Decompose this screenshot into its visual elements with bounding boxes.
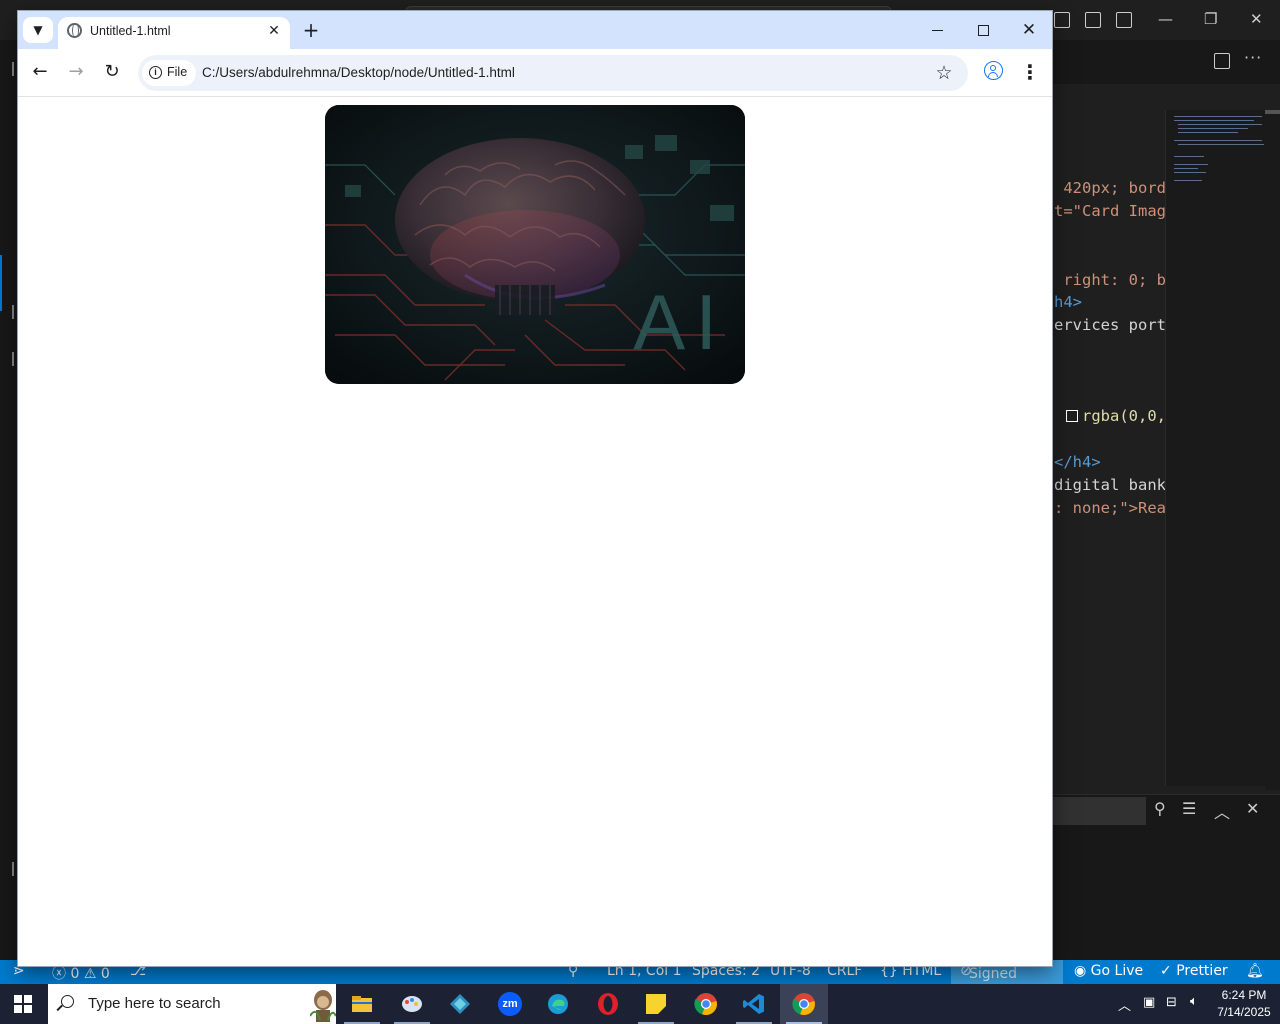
search-icon: [61, 995, 74, 1008]
vscode-scrollbar[interactable]: [1265, 110, 1280, 790]
color-swatch[interactable]: [1066, 410, 1078, 422]
more-actions-icon[interactable]: ···: [1244, 48, 1262, 67]
site-info-label: File: [167, 65, 188, 79]
maximize-button[interactable]: [960, 15, 1006, 45]
vscode-minimap[interactable]: [1165, 110, 1265, 786]
vscode-find-panel: ⚲ ☰ ︿ ✕: [1052, 794, 1280, 960]
taskbar-file-explorer[interactable]: [338, 984, 386, 1024]
chrome-toolbar: ← → ↻ i File C:/Users/abdulrehmna/Deskto…: [18, 49, 1052, 97]
reload-button[interactable]: ↻: [100, 60, 124, 84]
vscode-editor-tabs: ···: [1052, 40, 1280, 84]
problems-indicator[interactable]: ⓧ 0 ⚠ 0: [52, 963, 110, 983]
find-options-icon[interactable]: ☰: [1182, 799, 1196, 818]
system-clock[interactable]: 6:24 PM 7/14/2025: [1212, 987, 1276, 1021]
profile-icon[interactable]: [984, 61, 1003, 80]
code-line: : none;">Rea: [1054, 499, 1166, 517]
vscode-restore-icon[interactable]: ❐: [1204, 10, 1217, 28]
page-viewport: AI: [18, 97, 1052, 966]
error-count: 0: [70, 966, 80, 982]
card-image-ai-text: AI: [633, 278, 727, 366]
code-line: h4>: [1054, 293, 1082, 311]
vscode-activity-bar: [0, 40, 18, 960]
bookmark-star-icon[interactable]: ☆: [932, 61, 956, 85]
globe-icon: [67, 23, 82, 38]
taskbar-paint[interactable]: [388, 984, 436, 1024]
chrome-menu-icon[interactable]: ⋮: [1018, 60, 1042, 84]
vscode-close-icon[interactable]: ✕: [1250, 10, 1263, 28]
taskbar-opera[interactable]: [584, 984, 632, 1024]
activity-active-indicator: [0, 255, 2, 311]
prettier-button[interactable]: ✓ Prettier: [1160, 963, 1228, 979]
tab-close-icon[interactable]: ✕: [264, 21, 284, 41]
tab-title: Untitled-1.html: [90, 24, 171, 38]
url-text[interactable]: C:/Users/abdulrehmna/Desktop/node/Untitl…: [202, 65, 515, 80]
close-icon[interactable]: ✕: [1246, 799, 1259, 818]
zoom-icon: zm: [498, 992, 522, 1016]
vscode-minimize-icon[interactable]: —: [1158, 10, 1173, 28]
volume-icon[interactable]: 🔈︎: [1190, 994, 1198, 1024]
toggle-panel-icon[interactable]: [1085, 12, 1101, 28]
code-line: </h4>: [1054, 453, 1101, 471]
toggle-primary-sidebar-icon[interactable]: [1054, 12, 1070, 28]
chrome-tab-bar: ▼ Untitled-1.html ✕ + ✕: [18, 11, 1052, 49]
code-line: rgba(0,0,: [1082, 407, 1166, 425]
clock-date: 7/14/2025: [1217, 1005, 1271, 1019]
go-live-button[interactable]: ◉ Go Live: [1074, 963, 1143, 979]
taskbar-chrome[interactable]: [682, 984, 730, 1024]
taskbar-search[interactable]: Type here to search: [48, 984, 336, 1024]
start-button[interactable]: [14, 995, 32, 1013]
minimize-button[interactable]: [914, 15, 960, 45]
taskbar-edge[interactable]: [534, 984, 582, 1024]
address-bar[interactable]: i File C:/Users/abdulrehmna/Desktop/node…: [138, 55, 968, 91]
windows-taskbar: Type here to search zm ︿ ▣ ⊟ 🔈︎ 6:24 PM …: [0, 984, 1280, 1024]
find-input[interactable]: [1052, 797, 1146, 825]
taskbar-app-3[interactable]: [436, 984, 484, 1024]
new-tab-button[interactable]: +: [298, 17, 324, 43]
search-icon[interactable]: ⚲: [1154, 799, 1166, 818]
back-button[interactable]: ←: [28, 60, 52, 84]
code-line: digital bank: [1054, 476, 1166, 494]
prettier-label: Prettier: [1176, 963, 1228, 979]
show-hidden-icons[interactable]: ︿: [1118, 995, 1131, 1024]
toggle-secondary-sidebar-icon[interactable]: [1116, 12, 1132, 28]
search-placeholder: Type here to search: [88, 995, 221, 1012]
tab-untitled[interactable]: Untitled-1.html ✕: [58, 17, 290, 49]
taskbar-chrome-active[interactable]: [780, 984, 828, 1024]
code-line: ervices port: [1054, 316, 1166, 334]
network-icon[interactable]: ⊟: [1166, 995, 1177, 1024]
bell-icon[interactable]: 🔔︎: [1246, 963, 1264, 979]
code-line-color: rgba(0,0,: [1066, 407, 1166, 425]
chevron-up-icon[interactable]: ︿: [1214, 799, 1230, 823]
taskbar-sticky-notes[interactable]: [632, 984, 680, 1024]
site-info-chip[interactable]: i File: [142, 60, 196, 86]
info-icon: i: [149, 66, 162, 79]
taskbar-vscode[interactable]: [730, 984, 778, 1024]
search-highlight-icon: [310, 990, 336, 1022]
clock-time: 6:24 PM: [1221, 988, 1267, 1002]
code-line: 420px; bord: [1054, 179, 1166, 197]
chrome-window: ▼ Untitled-1.html ✕ + ✕ ← → ↻ i File C:/…: [18, 11, 1052, 966]
warning-count: 0: [100, 966, 110, 982]
code-line: right: 0; b: [1054, 271, 1166, 289]
forward-button[interactable]: →: [64, 60, 88, 84]
card-image: AI: [325, 105, 745, 384]
go-live-label: Go Live: [1090, 963, 1144, 979]
split-editor-icon[interactable]: [1214, 53, 1230, 69]
close-button[interactable]: ✕: [1006, 15, 1052, 45]
code-line: t="Card Imag: [1054, 202, 1166, 220]
taskbar-zoom[interactable]: zm: [486, 984, 534, 1024]
meet-now-icon[interactable]: ▣: [1143, 995, 1155, 1024]
tab-search-button[interactable]: ▼: [23, 17, 53, 43]
